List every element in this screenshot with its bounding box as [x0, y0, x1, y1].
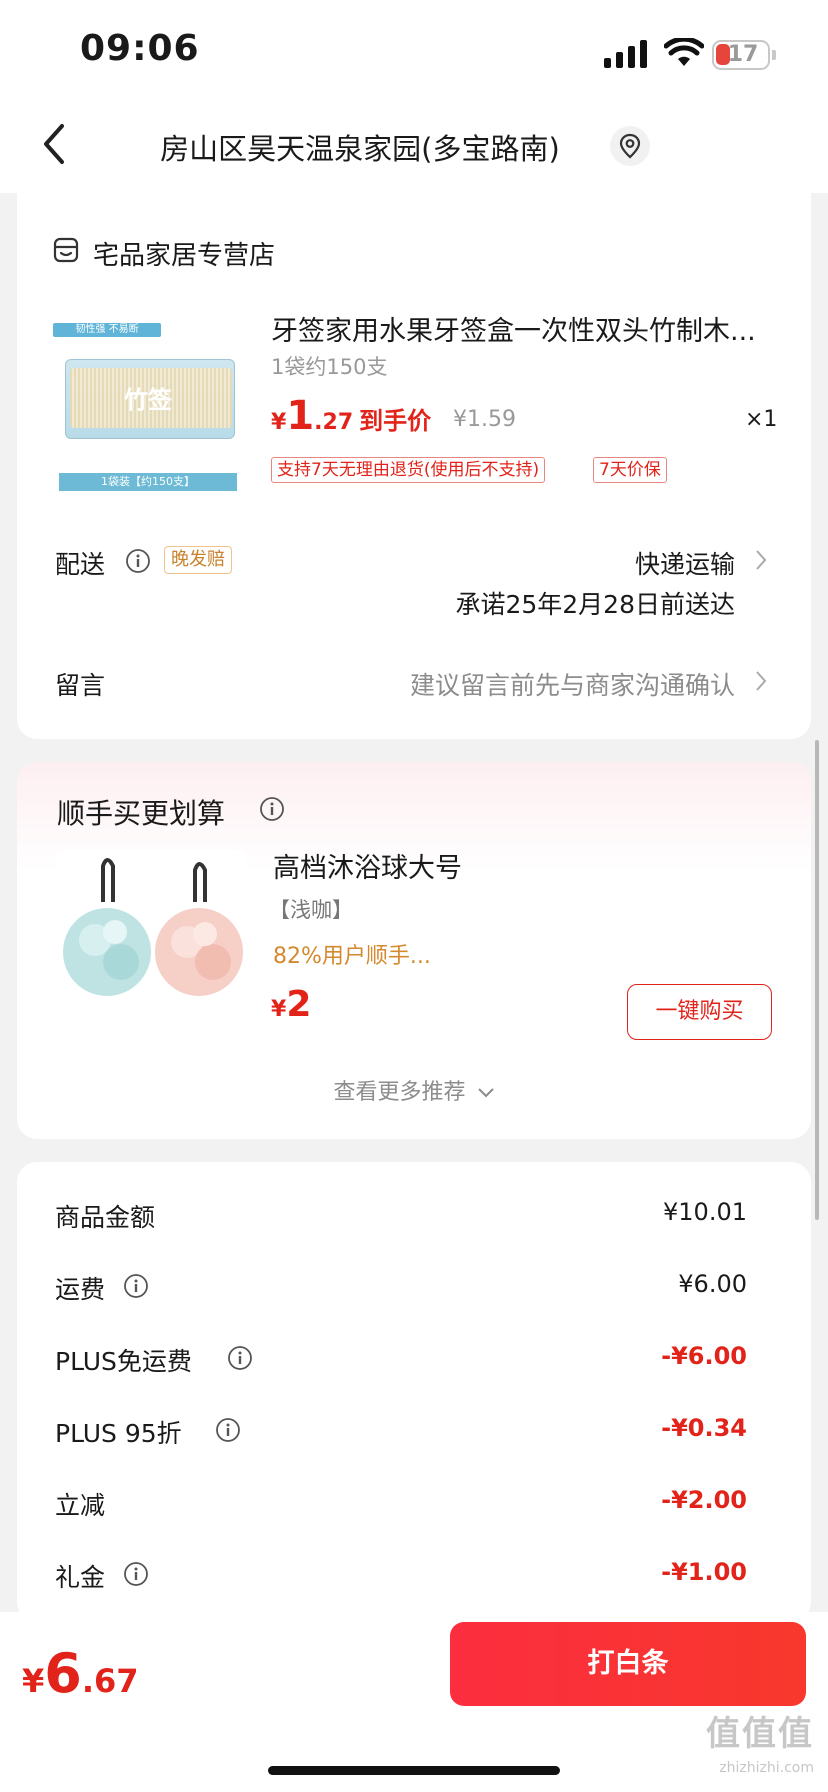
summary-label: 立减: [55, 1491, 106, 1520]
watermark: 值值值: [706, 1714, 814, 1754]
header-bar: 09:06 17 房山区昊天温泉家园(多宝路南): [0, 0, 828, 193]
product-image[interactable]: 韧性强 不易断 竹签 1袋装【约150支】: [53, 323, 243, 493]
info-icon[interactable]: [215, 1417, 241, 1443]
original-price: ¥1.59: [453, 407, 516, 432]
summary-value: ¥6.00: [678, 1270, 747, 1298]
delivery-label: 配送: [55, 550, 106, 579]
total-price: ¥6.67: [22, 1642, 139, 1705]
price-summary-card: 商品金额 ¥10.01 运费 ¥6.00 PLUS免运费 -¥6.00 PLUS…: [17, 1162, 811, 1622]
image-brand: 竹签: [124, 385, 172, 414]
battery-icon: 17: [712, 40, 776, 70]
toothpick-pack: 竹签: [65, 359, 235, 439]
quantity: ×1: [745, 407, 778, 432]
return-policy-tag: 支持7天无理由退货(使用后不支持): [271, 457, 546, 483]
product-spec: 1袋约150支: [271, 355, 388, 379]
summary-value: ¥10.01: [663, 1198, 747, 1226]
price-protect-tag: 7天价保: [593, 457, 667, 483]
summary-label: 礼金: [55, 1563, 106, 1592]
checkout-bar: ¥6.67 打白条: [0, 1612, 828, 1792]
summary-value: -¥6.00: [661, 1342, 747, 1370]
message-label: 留言: [55, 671, 106, 700]
summary-label: PLUS免运费: [55, 1347, 192, 1376]
location-pin-icon: [619, 133, 641, 159]
one-click-buy-button[interactable]: 一键购买: [627, 984, 772, 1040]
summary-value: -¥0.34: [661, 1414, 747, 1442]
late-delivery-tag: 晚发赔: [164, 546, 232, 574]
chevron-right-icon[interactable]: [755, 670, 767, 692]
chevron-right-icon[interactable]: [755, 549, 767, 571]
info-icon[interactable]: [123, 1561, 149, 1587]
watermark-url: zhizhizhi.com: [719, 1760, 814, 1776]
pay-button[interactable]: 打白条: [450, 1622, 806, 1706]
delivery-method[interactable]: 快递运输: [635, 545, 735, 581]
bath-pouf-image: [63, 858, 243, 996]
summary-label: PLUS 95折: [55, 1419, 182, 1448]
cellular-signal-icon: [604, 40, 647, 68]
summary-label: 运费: [55, 1275, 106, 1304]
back-arrow-icon[interactable]: [38, 120, 72, 168]
location-button[interactable]: [610, 126, 650, 166]
home-indicator[interactable]: [268, 1766, 560, 1775]
recommend-item-title[interactable]: 高档沐浴球大号: [273, 846, 462, 885]
image-caption: 1袋装【约150支】: [59, 473, 237, 491]
message-input[interactable]: 建议留言前先与商家沟通确认: [410, 666, 735, 702]
recommend-card: 顺手买更划算 高档沐浴球大号 【浅咖】 82%用户顺手... ¥2 一键购买 查…: [17, 762, 811, 1139]
info-icon[interactable]: [259, 796, 285, 822]
more-recommend-link[interactable]: 查看更多推荐: [17, 1074, 811, 1106]
delivery-address[interactable]: 房山区昊天温泉家园(多宝路南): [110, 126, 610, 168]
product-title[interactable]: 牙签家用水果牙签盒一次性双头竹制木...: [271, 309, 791, 348]
scrollbar[interactable]: [815, 740, 819, 1220]
recommend-item-image[interactable]: [55, 850, 245, 1016]
recommend-item-price: ¥2: [271, 984, 312, 1025]
info-icon[interactable]: [227, 1345, 253, 1371]
summary-value: -¥1.00: [661, 1558, 747, 1586]
info-icon[interactable]: [123, 1273, 149, 1299]
summary-label: 商品金额: [55, 1203, 156, 1232]
recommend-item-spec: 【浅咖】: [269, 898, 353, 922]
recommend-item-pct: 82%用户顺手...: [273, 944, 431, 969]
final-price: ¥1.27 到手价: [271, 393, 432, 439]
image-badge: 韧性强 不易断: [53, 323, 161, 337]
order-item-card: 宅品家居专营店 韧性强 不易断 竹签 1袋装【约150支】 牙签家用水果牙签盒一…: [17, 193, 811, 739]
recommend-title: 顺手买更划算: [57, 797, 226, 830]
summary-value: -¥2.00: [661, 1486, 747, 1514]
info-icon[interactable]: [125, 548, 151, 574]
wifi-icon: [664, 38, 704, 66]
store-name[interactable]: 宅品家居专营店: [93, 235, 275, 272]
chevron-down-icon: [477, 1088, 494, 1098]
store-icon: [53, 237, 79, 263]
delivery-promise: 承诺25年2月28日前送达: [455, 590, 735, 619]
status-time: 09:06: [80, 28, 200, 69]
battery-level: 17: [727, 42, 759, 67]
